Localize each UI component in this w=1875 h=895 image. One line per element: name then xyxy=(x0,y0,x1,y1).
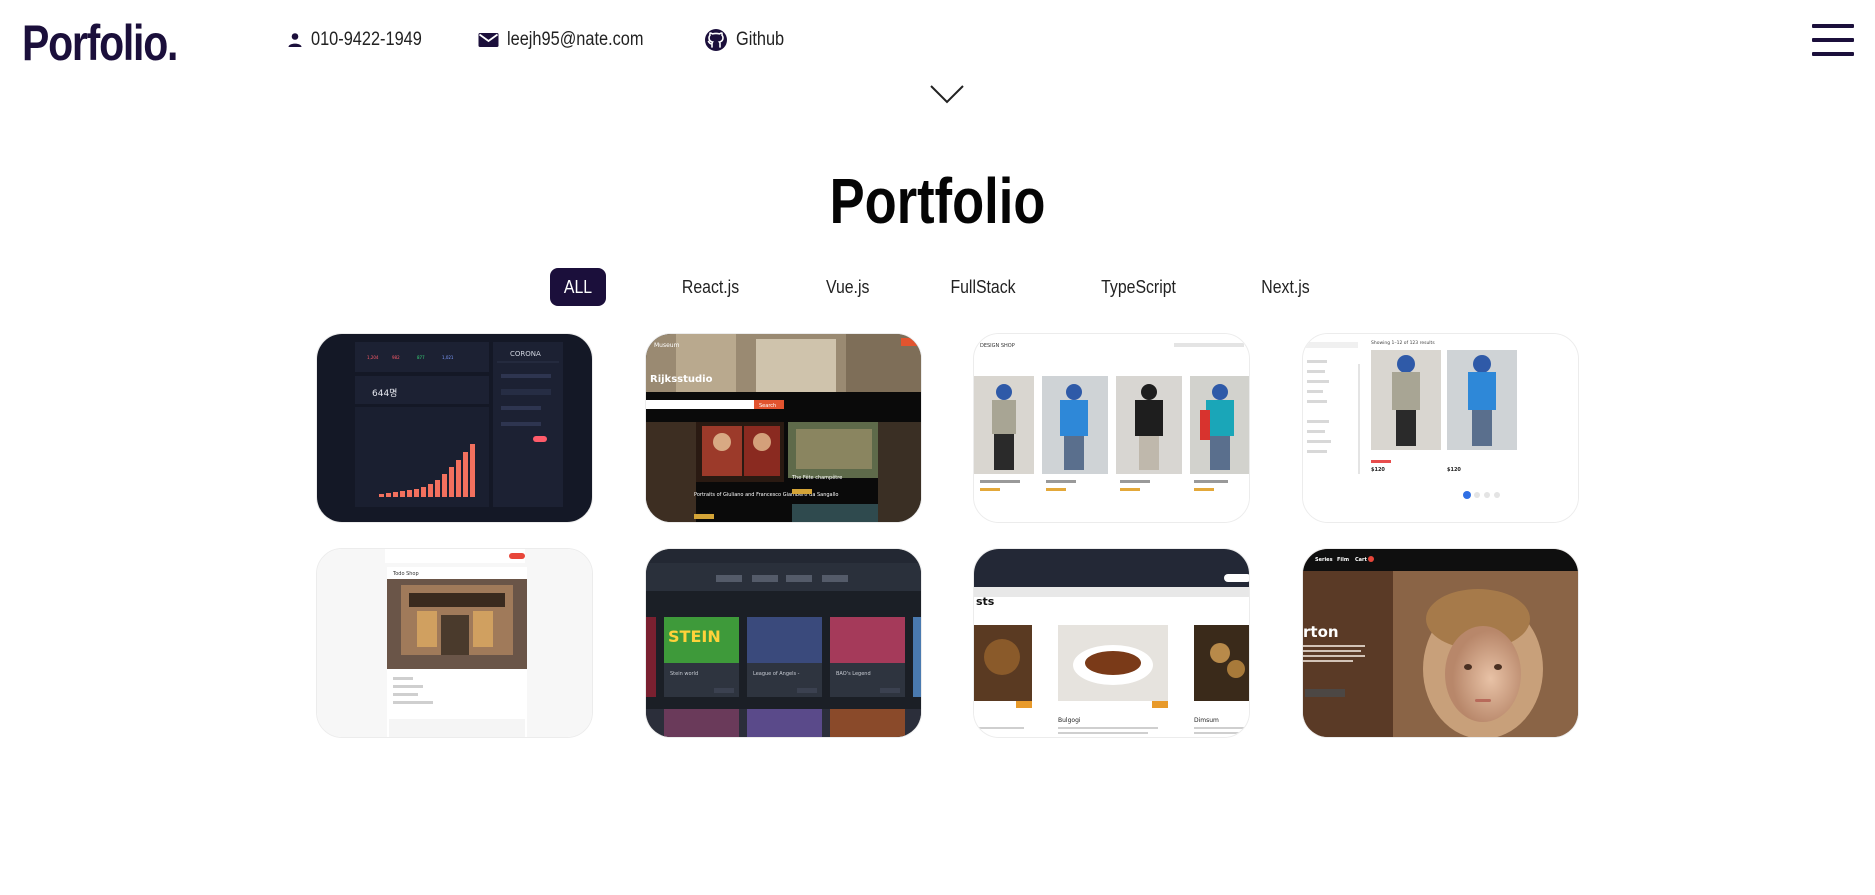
stream-nav-cart: Cart xyxy=(1355,557,1368,563)
github-link[interactable]: Github xyxy=(704,28,792,52)
filter-fullstack[interactable]: FullStack xyxy=(934,268,1032,306)
listing-price-b: $120 xyxy=(1447,467,1461,473)
stream-nav-series: Series xyxy=(1315,557,1333,563)
project-card-museum[interactable]: Museum Rijksstudio Search Portraits of G… xyxy=(645,333,922,523)
menu-bar xyxy=(1812,52,1854,56)
filter-tabs: ALL React.js Vue.js FullStack TypeScript… xyxy=(550,268,1325,306)
svg-text:1,021: 1,021 xyxy=(442,355,454,360)
game-item-1: Stein world xyxy=(670,671,698,677)
filter-react[interactable]: React.js xyxy=(666,268,755,306)
project-card-design-shop[interactable]: DESIGN SHOP xyxy=(973,333,1250,523)
corona-thumb-label: CORONA xyxy=(510,350,541,358)
phone-number: 010-9422-1949 xyxy=(311,29,422,50)
project-thumbnail: sts Bulgogi Dimsum xyxy=(974,549,1249,737)
email-contact[interactable]: leejh95@nate.com xyxy=(478,29,666,51)
svg-text:1,204: 1,204 xyxy=(367,355,379,360)
todo-title: Todo Shop xyxy=(392,571,419,577)
section-title: Portfolio xyxy=(829,165,1046,237)
project-card-recipes[interactable]: sts Bulgogi Dimsum xyxy=(973,548,1250,738)
hamburger-menu-icon[interactable] xyxy=(1812,24,1854,56)
mail-icon xyxy=(478,33,499,47)
museum-brand: Museum xyxy=(654,342,680,349)
listing-price-a: $120 xyxy=(1371,467,1385,473)
phone-contact: 010-9422-1949 xyxy=(287,29,440,51)
project-thumbnail: 1,204 982 877 1,021 644명 CORONA xyxy=(317,334,592,522)
project-card-corona[interactable]: 1,204 982 877 1,021 644명 CORONA xyxy=(316,333,593,523)
recipes-heading: sts xyxy=(976,595,995,608)
project-card-todo-shop[interactable]: Todo Shop xyxy=(316,548,593,738)
contact-info: 010-9422-1949 leejh95@nate.com Github xyxy=(287,28,830,52)
person-icon xyxy=(288,33,302,47)
game-item-2: League of Angels - xyxy=(753,671,800,677)
github-icon xyxy=(704,29,727,51)
filter-nextjs[interactable]: Next.js xyxy=(1246,268,1325,306)
game-banner: STEIN xyxy=(668,627,721,646)
menu-bar xyxy=(1812,38,1854,42)
museum-caption-left: Portraits of Giuliano and Francesco Giam… xyxy=(694,492,838,498)
github-label: Github xyxy=(735,29,784,50)
project-thumbnail: Museum Rijksstudio Search Portraits of G… xyxy=(646,334,921,522)
museum-search: Search xyxy=(759,403,776,409)
museum-caption-right: The Fête champêtre xyxy=(791,474,842,481)
museum-title: Rijksstudio xyxy=(650,374,713,385)
project-card-streaming[interactable]: Series Film Cart rton xyxy=(1302,548,1579,738)
email-address: leejh95@nate.com xyxy=(506,29,644,50)
svg-text:877: 877 xyxy=(417,355,425,360)
filter-typescript[interactable]: TypeScript xyxy=(1084,268,1193,306)
listing-results: Showing 1–12 of 123 results xyxy=(1371,340,1435,346)
filter-all[interactable]: ALL xyxy=(550,268,607,306)
project-thumbnail: Showing 1–12 of 123 results $120 $120 xyxy=(1303,334,1578,522)
project-thumbnail: STEIN Stein world League of Angels - BAO… xyxy=(646,549,921,737)
shop-brand: DESIGN SHOP xyxy=(980,343,1015,349)
project-card-shop-listing[interactable]: Showing 1–12 of 123 results $120 $120 xyxy=(1302,333,1579,523)
stream-nav-film: Film xyxy=(1337,557,1349,563)
stream-title: rton xyxy=(1303,623,1339,641)
corona-stat: 644명 xyxy=(372,388,397,399)
svg-text:982: 982 xyxy=(392,355,400,360)
site-logo[interactable]: Porfolio. xyxy=(22,14,178,72)
filter-vue[interactable]: Vue.js xyxy=(811,268,884,306)
project-thumbnail: Todo Shop xyxy=(317,549,592,737)
chevron-down-icon[interactable] xyxy=(929,84,965,104)
project-thumbnail: DESIGN SHOP xyxy=(974,334,1249,522)
menu-bar xyxy=(1812,24,1854,28)
dish-1: Bulgogi xyxy=(1058,717,1081,724)
game-item-3: BAO's Legend xyxy=(836,671,871,677)
project-thumbnail: Series Film Cart rton xyxy=(1303,549,1578,737)
project-card-game-portal[interactable]: STEIN Stein world League of Angels - BAO… xyxy=(645,548,922,738)
dish-2: Dimsum xyxy=(1194,717,1219,724)
